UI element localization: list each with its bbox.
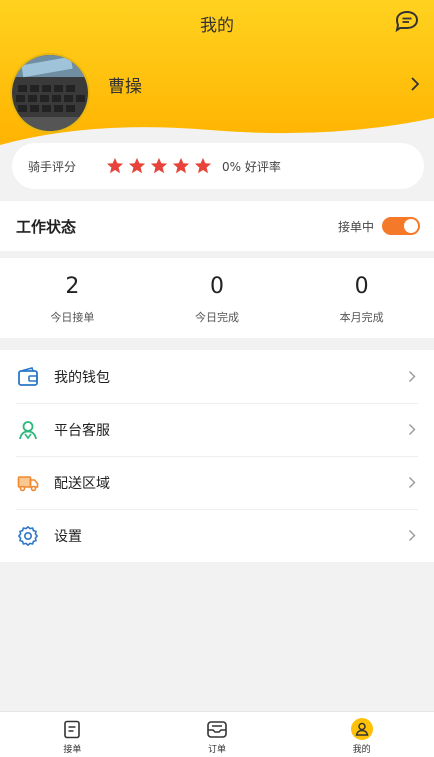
positive-rate: 0% 好评率: [222, 159, 281, 174]
accepting-orders-toggle[interactable]: [382, 217, 420, 235]
rating-label: 骑手评分: [28, 159, 77, 174]
stat-label: 今日接单: [50, 311, 95, 324]
stats-panel: 2 今日接单 0 今日完成 0 本月完成: [0, 258, 434, 338]
stat-value: 2: [65, 274, 80, 299]
star-icon: [172, 157, 190, 174]
tab-label: 接单: [63, 745, 82, 755]
tab-label: 订单: [208, 745, 227, 755]
user-icon: [350, 718, 373, 740]
star-icon: [150, 157, 168, 174]
rider-rating-card: 骑手评分 0% 好评率: [12, 143, 424, 189]
work-status-title: 工作状态: [16, 217, 77, 236]
chevron-right-icon: [409, 371, 416, 382]
tab-mine[interactable]: 我的: [289, 712, 434, 757]
menu-label: 设置: [54, 528, 82, 545]
menu-label: 平台客服: [54, 422, 110, 439]
stat-month-completed: 0 本月完成: [289, 258, 434, 338]
bottom-tab-bar: 接单 订单 我的: [0, 711, 434, 757]
toggle-knob: [404, 219, 418, 233]
rating-stars: [106, 157, 212, 175]
stat-today-accepted: 2 今日接单: [0, 258, 145, 338]
avatar[interactable]: [10, 53, 90, 133]
settings-menu: 我的钱包 平台客服 配送区域 设置: [0, 350, 434, 562]
menu-item-customer-service[interactable]: 平台客服: [0, 403, 434, 456]
menu-label: 我的钱包: [54, 369, 110, 386]
delivery-truck-icon: [17, 475, 39, 491]
stat-value: 0: [210, 274, 224, 299]
stat-value: 0: [354, 274, 369, 299]
menu-item-wallet[interactable]: 我的钱包: [0, 350, 434, 403]
chevron-right-icon: [409, 530, 416, 541]
work-status-label: 接单中: [337, 219, 374, 234]
chevron-right-icon: [409, 477, 416, 488]
menu-label: 配送区域: [54, 475, 110, 492]
tab-label: 我的: [352, 745, 371, 755]
wallet-icon: [18, 366, 38, 386]
stat-label: 本月完成: [339, 311, 384, 324]
profile-header: 我的 曹操: [0, 0, 434, 145]
menu-item-delivery-area[interactable]: 配送区域: [0, 456, 434, 509]
service-icon: [19, 420, 37, 439]
avatar-image: [12, 55, 88, 131]
star-icon: [106, 157, 124, 174]
work-status-row: 工作状态 接单中: [0, 201, 434, 251]
stat-label: 今日完成: [195, 311, 239, 324]
chevron-right-icon: [409, 424, 416, 435]
star-icon: [128, 157, 146, 174]
message-icon[interactable]: [394, 10, 420, 32]
settings-gear-icon: [18, 525, 38, 546]
clipboard-icon: [64, 720, 81, 739]
tab-accept-orders[interactable]: 接单: [0, 712, 145, 757]
page-title: 我的: [200, 16, 234, 36]
star-icon: [194, 157, 212, 174]
tab-orders[interactable]: 订单: [145, 712, 290, 757]
stat-today-completed: 0 今日完成: [145, 258, 290, 338]
chevron-right-icon[interactable]: [410, 76, 420, 92]
username[interactable]: 曹操: [108, 72, 142, 97]
menu-item-settings[interactable]: 设置: [0, 509, 434, 562]
order-box-icon: [207, 721, 227, 738]
